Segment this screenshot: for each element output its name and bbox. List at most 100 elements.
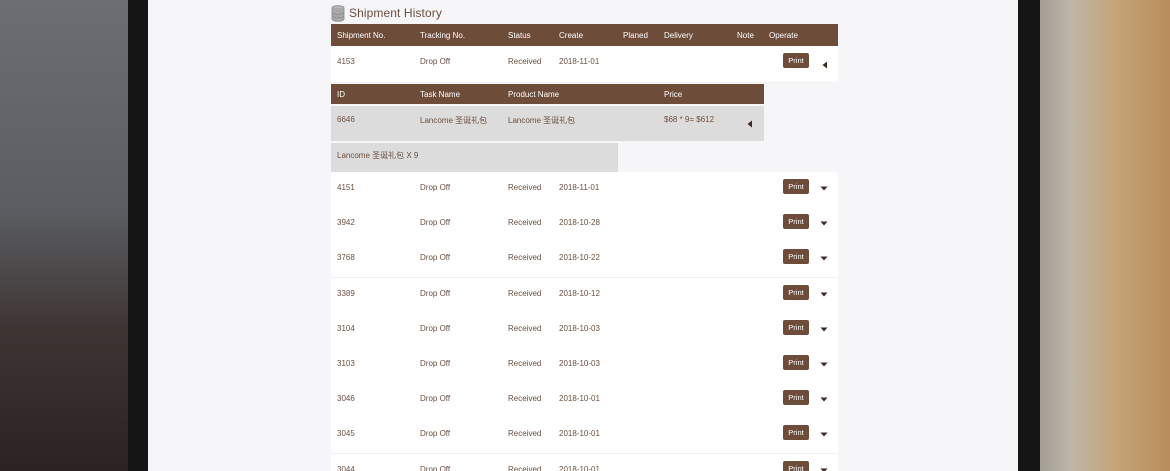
col-status: Status — [508, 31, 531, 40]
tracking-no: Drop Off — [420, 464, 451, 471]
status: Received — [508, 323, 542, 333]
tracking-no: Drop Off — [420, 394, 451, 404]
tracking-no: Drop Off — [420, 57, 451, 66]
detail-caret-left-icon[interactable] — [745, 119, 755, 129]
table-row[interactable]: 3942 Drop Off Received 2018-10-28 Print — [331, 207, 838, 244]
tracking-no: Drop Off — [420, 323, 451, 333]
tracking-no: Drop Off — [420, 429, 451, 439]
caret-down-icon[interactable] — [819, 429, 829, 439]
caret-down-icon[interactable] — [819, 253, 829, 263]
detail-price: $68 * 9= $612 — [664, 115, 715, 124]
detail-col-id: ID — [337, 90, 345, 99]
screen: Shipment History Shipment No. Tracking N… — [148, 0, 1018, 471]
table-row[interactable]: 3389 Drop Off Received 2018-10-12 Print — [331, 277, 838, 314]
col-delivery: Delivery — [664, 31, 693, 40]
shipment-no: 4153 — [337, 57, 355, 66]
print-button[interactable]: Print — [783, 390, 809, 406]
print-button[interactable]: Print — [783, 319, 809, 335]
caret-down-icon[interactable] — [819, 465, 829, 471]
caret-down-icon[interactable] — [819, 218, 829, 228]
print-button[interactable]: Print — [783, 53, 809, 68]
table-row[interactable]: 3045 Drop Off Received 2018-10-01 Print — [331, 418, 838, 455]
detail-col-product-name: Product Name — [508, 90, 560, 99]
table-row[interactable]: 3044 Drop Off Received 2018-10-01 Print — [331, 453, 838, 471]
detail-product-name: Lancome 圣诞礼包 — [508, 116, 576, 125]
print-button[interactable]: Print — [783, 425, 809, 441]
shipment-no: 3103 — [337, 359, 355, 368]
shipment-no: 3044 — [337, 464, 355, 471]
col-operate: Operate — [769, 31, 798, 40]
create-date: 2018-10-01 — [559, 464, 600, 471]
tracking-no: Drop Off — [420, 218, 451, 228]
table-row[interactable]: 4151 Drop Off Received 2018-11-01 Print — [331, 172, 838, 208]
col-note: Note — [737, 31, 754, 40]
background-left — [0, 0, 140, 471]
shipment-no: 3045 — [337, 429, 355, 439]
table-header: Shipment No. Tracking No. Status Create … — [331, 24, 838, 46]
page-title: Shipment History — [349, 6, 442, 20]
col-shipment-no: Shipment No. — [337, 31, 386, 40]
detail-table-header: ID Task Name Product Name Price — [331, 84, 764, 104]
status: Received — [508, 253, 542, 263]
status: Received — [508, 288, 542, 298]
detail-id: 6646 — [337, 115, 355, 124]
print-button[interactable]: Print — [783, 214, 809, 230]
print-button[interactable]: Print — [783, 460, 809, 471]
status: Received — [508, 429, 542, 439]
col-create: Create — [559, 31, 584, 40]
create-date: 2018-10-01 — [559, 429, 600, 439]
laptop-bezel-left — [128, 0, 148, 471]
status: Received — [508, 394, 542, 404]
page-header: Shipment History — [331, 3, 442, 23]
table-row[interactable]: 3103 Drop Off Received 2018-10-03 Print — [331, 348, 838, 384]
create-date: 2018-10-12 — [559, 288, 600, 298]
laptop-bezel-right — [1018, 0, 1040, 471]
status: Received — [508, 218, 542, 228]
shipment-no: 3104 — [337, 323, 355, 333]
detail-summary: Lancome 圣诞礼包 X 9 — [331, 143, 618, 172]
background-right — [1030, 0, 1170, 471]
tracking-no: Drop Off — [420, 359, 451, 368]
detail-col-task-name: Task Name — [420, 90, 461, 99]
caret-down-icon[interactable] — [819, 183, 829, 193]
tracking-no: Drop Off — [420, 288, 451, 298]
table-row[interactable]: 3046 Drop Off Received 2018-10-01 Print — [331, 383, 838, 420]
status: Received — [508, 464, 542, 471]
status: Received — [508, 57, 542, 66]
detail-summary-text: Lancome 圣诞礼包 X 9 — [337, 151, 419, 160]
shipment-no: 3768 — [337, 253, 355, 263]
print-button[interactable]: Print — [783, 179, 809, 194]
tracking-no: Drop Off — [420, 253, 451, 263]
caret-down-icon[interactable] — [819, 359, 829, 369]
caret-left-icon[interactable] — [820, 60, 830, 70]
shipment-no: 3046 — [337, 394, 355, 404]
status: Received — [508, 359, 542, 368]
detail-task-name: Lancome 圣诞礼包 — [420, 116, 488, 125]
create-date: 2018-11-01 — [559, 57, 600, 66]
col-planed: Planed — [623, 31, 648, 40]
table-row-expanded[interactable]: 4153 Drop Off Received 2018-11-01 Print — [331, 46, 838, 83]
print-button[interactable]: Print — [783, 355, 809, 370]
tracking-no: Drop Off — [420, 183, 451, 192]
shipment-no: 3389 — [337, 288, 355, 298]
create-date: 2018-11-01 — [559, 183, 600, 192]
shipment-no: 4151 — [337, 183, 355, 192]
detail-row[interactable]: 6646 Lancome 圣诞礼包 Lancome 圣诞礼包 $68 * 9= … — [331, 106, 764, 141]
create-date: 2018-10-28 — [559, 218, 600, 228]
status: Received — [508, 183, 542, 192]
create-date: 2018-10-01 — [559, 394, 600, 404]
table-row[interactable]: 3104 Drop Off Received 2018-10-03 Print — [331, 312, 838, 349]
create-date: 2018-10-03 — [559, 359, 600, 368]
print-button[interactable]: Print — [783, 284, 809, 300]
caret-down-icon[interactable] — [819, 324, 829, 334]
caret-down-icon[interactable] — [819, 394, 829, 404]
table-row[interactable]: 3768 Drop Off Received 2018-10-22 Print — [331, 242, 838, 279]
create-date: 2018-10-22 — [559, 253, 600, 263]
database-icon — [331, 4, 345, 22]
caret-down-icon[interactable] — [819, 289, 829, 299]
col-tracking-no: Tracking No. — [420, 31, 466, 40]
detail-col-price: Price — [664, 90, 683, 99]
print-button[interactable]: Print — [783, 249, 809, 265]
create-date: 2018-10-03 — [559, 323, 600, 333]
shipment-no: 3942 — [337, 218, 355, 228]
